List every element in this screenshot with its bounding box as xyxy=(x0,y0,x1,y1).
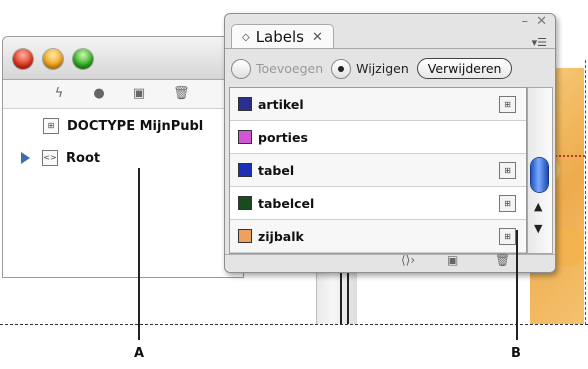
page-edge xyxy=(585,60,586,325)
color-swatch xyxy=(238,196,252,210)
radio-change[interactable] xyxy=(331,58,352,79)
list-scrollbar[interactable]: ▲ ▼ xyxy=(527,87,553,254)
color-swatch xyxy=(238,130,252,144)
trash-icon[interactable]: 🗑 xyxy=(495,253,510,267)
tree-item-label: DOCTYPE MijnPubl xyxy=(67,118,204,134)
new-element-icon[interactable]: ▣ xyxy=(131,86,147,102)
guide-line xyxy=(555,155,585,157)
tab-labels[interactable]: ◇ Labels ✕ xyxy=(231,24,334,49)
zoom-window-button[interactable] xyxy=(73,49,93,69)
tag-indicator-icon: ⊞ xyxy=(499,227,516,245)
tag-indicator-icon: ⊞ xyxy=(499,161,516,179)
column-rule xyxy=(340,270,342,324)
window-titlebar[interactable] xyxy=(3,37,243,80)
delete-button[interactable]: Verwijderen xyxy=(416,58,513,79)
label-row-porties[interactable]: porties xyxy=(230,121,526,154)
label-row-artikel[interactable]: artikel ⊞ xyxy=(230,88,526,121)
mode-radio-group: Toevoegen Wijzigen Verwijderen xyxy=(231,58,513,79)
callout-line-b xyxy=(516,230,518,340)
scroll-up-icon[interactable]: ▲ xyxy=(534,200,542,213)
close-tab-icon[interactable]: ✕ xyxy=(312,30,323,45)
labels-list: artikel ⊞ porties tabel ⊞ tabelcel ⊞ zij… xyxy=(229,87,527,254)
radio-add[interactable] xyxy=(231,58,251,79)
tree-item-label: Root xyxy=(66,150,101,166)
tree-item-doctype[interactable]: ⊞ DOCTYPE MijnPubl xyxy=(43,118,203,134)
label-name: porties xyxy=(258,129,308,145)
element-tag-icon: <> xyxy=(42,150,58,166)
scrollbar-thumb[interactable] xyxy=(531,158,548,192)
label-name: tabel xyxy=(258,162,295,178)
label-name: tabelcel xyxy=(258,195,315,211)
doctype-icon: ⊞ xyxy=(43,118,59,134)
page-edge-bottom xyxy=(0,324,588,325)
chevron-icon: ◇ xyxy=(242,31,250,43)
callout-label-b: B xyxy=(511,346,521,361)
dot-icon[interactable]: ● xyxy=(91,86,107,102)
tree-item-root[interactable]: <> Root xyxy=(21,150,100,166)
close-icon[interactable]: ✕ xyxy=(536,14,547,29)
label-row-zijbalk[interactable]: zijbalk ⊞ xyxy=(230,220,526,253)
label-row-tabelcel[interactable]: tabelcel ⊞ xyxy=(230,187,526,220)
callout-label-a: A xyxy=(134,346,145,361)
panel-window-controls: – ✕ xyxy=(521,14,547,29)
minimize-window-button[interactable] xyxy=(43,49,63,69)
tag-map-icon[interactable]: ⟨⟩› xyxy=(401,253,415,267)
scroll-down-icon[interactable]: ▼ xyxy=(534,222,542,235)
color-swatch xyxy=(238,97,252,111)
tab-label: Labels xyxy=(255,28,304,46)
label-row-tabel[interactable]: tabel ⊞ xyxy=(230,154,526,187)
label-name: artikel xyxy=(258,96,304,112)
tag-indicator-icon: ⊞ xyxy=(499,194,516,212)
structure-window: ϟ ● ▣ 🗑 ⊞ DOCTYPE MijnPubl <> Root xyxy=(2,36,244,278)
structure-toolbar: ϟ ● ▣ 🗑 xyxy=(3,80,243,109)
divider xyxy=(225,48,555,49)
label-name: zijbalk xyxy=(258,228,304,244)
close-window-button[interactable] xyxy=(13,49,33,69)
column-rule xyxy=(347,270,349,324)
trash-icon[interactable]: 🗑 xyxy=(173,86,190,102)
lightning-icon[interactable]: ϟ xyxy=(51,86,67,102)
radio-add-label: Toevoegen xyxy=(256,61,324,76)
document-column xyxy=(316,270,357,324)
color-swatch xyxy=(238,229,252,243)
collapse-icon[interactable]: – xyxy=(521,14,528,29)
disclosure-triangle-icon[interactable] xyxy=(21,152,30,164)
labels-panel: – ✕ ◇ Labels ✕ ▾☰ Toevoegen Wijzigen Ver… xyxy=(224,13,556,273)
new-label-icon[interactable]: ▣ xyxy=(447,253,458,267)
radio-change-label: Wijzigen xyxy=(356,61,409,76)
callout-line-a xyxy=(138,168,140,340)
color-swatch xyxy=(238,163,252,177)
tag-indicator-icon: ⊞ xyxy=(499,95,516,113)
